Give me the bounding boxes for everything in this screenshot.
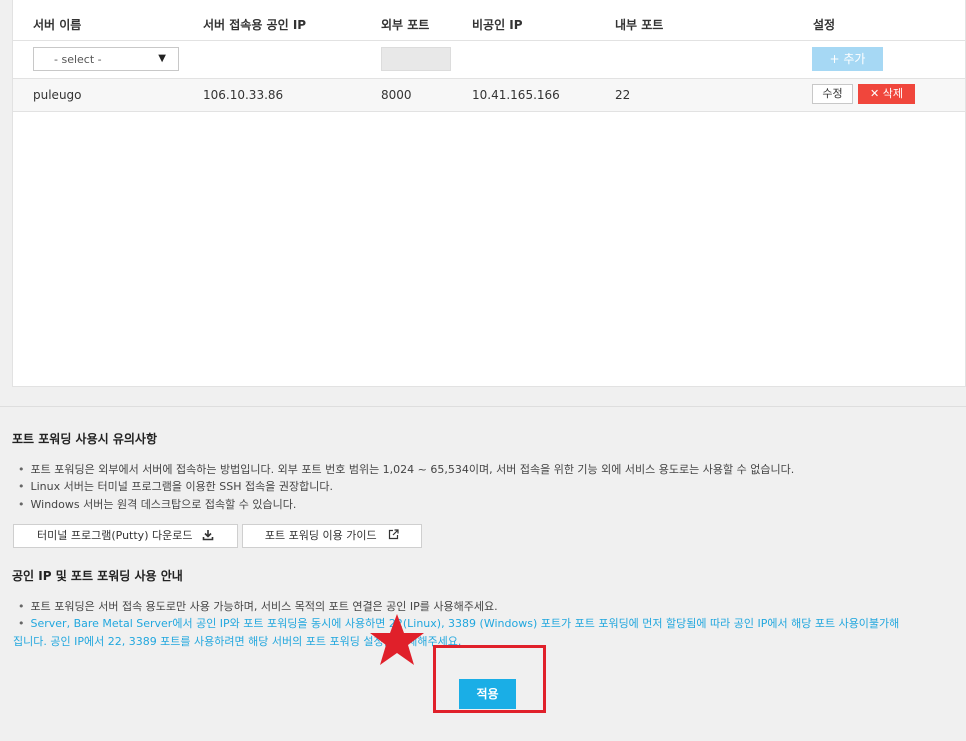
external-link-icon <box>388 529 399 540</box>
header-internal-port: 내부 포트 <box>615 18 664 32</box>
header-server-name: 서버 이름 <box>33 18 82 32</box>
notice-bullet-1: 포트 포워딩은 외부에서 서버에 접속하는 방법입니다. 외부 포트 번호 범위… <box>18 461 795 477</box>
external-port-input[interactable] <box>381 47 451 71</box>
cell-server-name: puleugo <box>33 88 82 102</box>
putty-download-label: 터미널 프로그램(Putty) 다운로드 <box>37 529 193 542</box>
port-forwarding-guide-button[interactable]: 포트 포워딩 이용 가이드 <box>242 524 422 548</box>
public-ip-notice-title: 공인 IP 및 포트 포워딩 사용 안내 <box>12 569 183 583</box>
table-row: puleugo 106.10.33.86 8000 10.41.165.166 … <box>13 79 965 112</box>
header-settings: 설정 <box>813 18 836 32</box>
add-button[interactable]: + 추가 <box>812 47 883 71</box>
highlight-box <box>433 645 546 713</box>
notice-bullet-2: Linux 서버는 터미널 프로그램을 이용한 SSH 접속을 권장합니다. <box>18 478 334 494</box>
port-forwarding-table: 서버 이름 서버 접속용 공인 IP 외부 포트 비공인 IP 내부 포트 설정… <box>12 0 966 387</box>
table-header: 서버 이름 서버 접속용 공인 IP 외부 포트 비공인 IP 내부 포트 설정 <box>13 0 965 41</box>
edit-button[interactable]: 수정 <box>812 84 853 104</box>
notice-bullet-3: Windows 서버는 원격 데스크탑으로 접속할 수 있습니다. <box>18 496 297 512</box>
cell-private-ip: 10.41.165.166 <box>472 88 560 102</box>
cell-public-ip: 106.10.33.86 <box>203 88 284 102</box>
notice-title: 포트 포워딩 사용시 유의사항 <box>12 432 158 446</box>
star-icon <box>370 614 424 665</box>
new-rule-row: - select - ▼ + 추가 <box>13 41 965 79</box>
putty-download-button[interactable]: 터미널 프로그램(Putty) 다운로드 <box>13 524 238 548</box>
cell-external-port: 8000 <box>381 88 412 102</box>
header-public-ip: 서버 접속용 공인 IP <box>203 18 307 32</box>
delete-button[interactable]: ✕ 삭제 <box>858 84 915 104</box>
header-private-ip: 비공인 IP <box>472 18 523 32</box>
server-select[interactable]: - select - ▼ <box>33 47 179 71</box>
caret-down-icon: ▼ <box>158 53 166 64</box>
cell-internal-port: 22 <box>615 88 631 102</box>
public-ip-bullet-2: Server, Bare Metal Server에서 공인 IP와 포트 포워… <box>18 615 900 631</box>
guide-label: 포트 포워딩 이용 가이드 <box>264 529 377 542</box>
server-select-value: - select - <box>54 53 102 66</box>
download-icon <box>202 530 214 541</box>
header-external-port: 외부 포트 <box>381 18 430 32</box>
